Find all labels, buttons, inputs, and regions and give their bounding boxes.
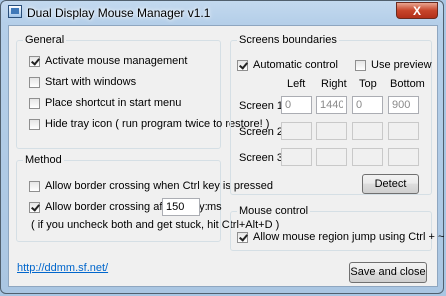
- screen-1-right-input[interactable]: [316, 96, 347, 114]
- automatic-control-checkbox-row[interactable]: Automatic control: [237, 59, 338, 71]
- automatic-control-checkbox[interactable]: [237, 59, 248, 71]
- activate-mouse-management-label: Activate mouse management: [45, 55, 188, 67]
- place-shortcut-label: Place shortcut in start menu: [45, 97, 182, 109]
- screen-2-bottom-input[interactable]: [388, 122, 419, 140]
- screen-2-label: Screen 2: [239, 126, 284, 138]
- client-area: General Activate mouse management Start …: [8, 25, 444, 287]
- screen-1-top-input[interactable]: [352, 96, 383, 114]
- screen-2-top-input[interactable]: [352, 122, 383, 140]
- column-header-bottom: Bottom: [390, 78, 425, 90]
- screens-group: Screens boundaries Automatic control Use…: [230, 34, 432, 195]
- region-jump-checkbox-row[interactable]: Allow mouse region jump using Ctrl + ~: [237, 231, 444, 243]
- activate-mouse-management-checkbox-row[interactable]: Activate mouse management: [29, 55, 187, 67]
- screen-1-bottom-input[interactable]: [388, 96, 419, 114]
- general-group-title: General: [23, 34, 67, 46]
- screen-1-left-input[interactable]: [281, 96, 312, 114]
- region-jump-label: Allow mouse region jump using Ctrl + ~: [253, 231, 445, 243]
- mouse-control-group: Mouse control Allow mouse region jump us…: [230, 205, 444, 251]
- delay-unit-label: ms: [207, 201, 222, 213]
- screen-3-left-input[interactable]: [281, 148, 312, 166]
- use-preview-label: Use preview: [371, 59, 432, 71]
- start-with-windows-checkbox[interactable]: [29, 76, 40, 88]
- title-bar[interactable]: Dual Display Mouse Manager v1.1 X: [1, 1, 443, 23]
- start-with-windows-label: Start with windows: [45, 76, 137, 88]
- screen-2-left-input[interactable]: [281, 122, 312, 140]
- screen-3-label: Screen 3: [239, 152, 284, 164]
- website-link[interactable]: http://ddmm.sf.net/: [17, 262, 108, 274]
- place-shortcut-checkbox-row[interactable]: Place shortcut in start menu: [29, 97, 181, 109]
- delay-input[interactable]: [162, 198, 200, 216]
- hide-tray-icon-checkbox[interactable]: [29, 118, 40, 130]
- mouse-control-group-title: Mouse control: [237, 205, 311, 217]
- screen-2-right-input[interactable]: [316, 122, 347, 140]
- region-jump-checkbox[interactable]: [237, 231, 248, 243]
- window-title: Dual Display Mouse Manager v1.1: [27, 6, 211, 20]
- column-header-top: Top: [359, 78, 377, 90]
- use-preview-checkbox-row[interactable]: Use preview: [355, 59, 432, 71]
- screen-1-label: Screen 1: [239, 100, 284, 112]
- method-group: Method Allow border crossing when Ctrl k…: [16, 154, 279, 242]
- general-group: General Activate mouse management Start …: [16, 34, 269, 149]
- screen-3-bottom-input[interactable]: [388, 148, 419, 166]
- ctrl-crossing-checkbox[interactable]: [29, 180, 40, 192]
- screen-3-top-input[interactable]: [352, 148, 383, 166]
- screen-3-right-input[interactable]: [316, 148, 347, 166]
- use-preview-checkbox[interactable]: [355, 59, 366, 71]
- column-header-right: Right: [321, 78, 347, 90]
- method-group-title: Method: [23, 154, 64, 166]
- detect-button[interactable]: Detect: [362, 174, 419, 194]
- automatic-control-label: Automatic control: [253, 59, 338, 71]
- delay-crossing-checkbox[interactable]: [29, 201, 40, 213]
- column-header-left: Left: [287, 78, 306, 90]
- screens-group-title: Screens boundaries: [237, 34, 339, 46]
- activate-mouse-management-checkbox[interactable]: [29, 55, 40, 67]
- app-icon: [8, 5, 22, 18]
- start-with-windows-checkbox-row[interactable]: Start with windows: [29, 76, 136, 88]
- main-window: Dual Display Mouse Manager v1.1 X Genera…: [0, 0, 444, 294]
- save-and-close-button[interactable]: Save and close: [349, 262, 427, 283]
- place-shortcut-checkbox[interactable]: [29, 97, 40, 109]
- close-button[interactable]: X: [396, 2, 438, 19]
